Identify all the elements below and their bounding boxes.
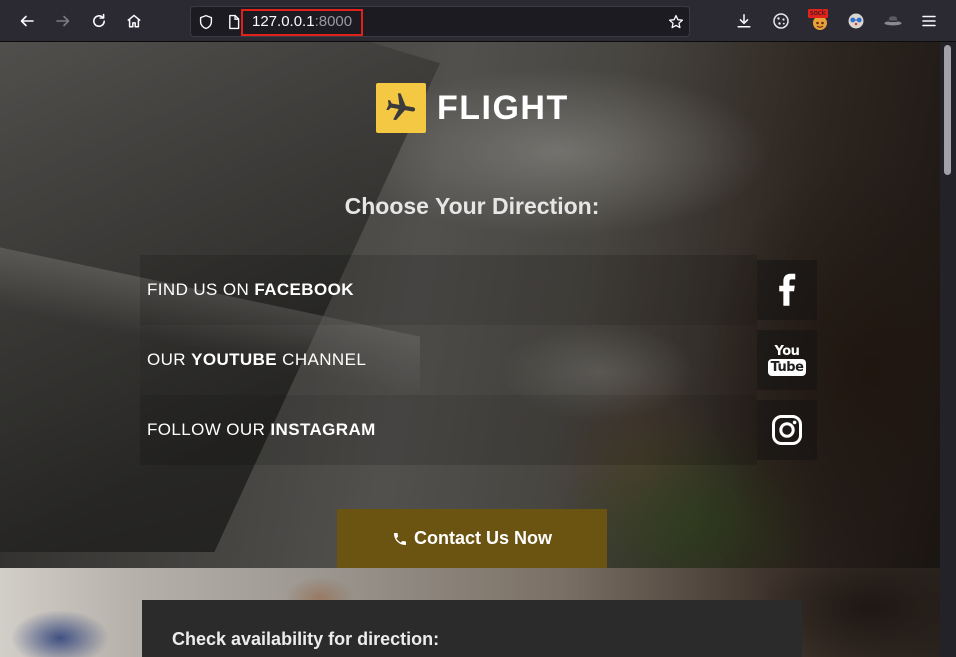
contact-us-button[interactable]: Contact Us Now xyxy=(337,509,607,568)
label-suffix: CHANNEL xyxy=(277,350,367,369)
url-host: 127.0.0.1 xyxy=(252,13,315,30)
extension-badge: sock xyxy=(808,9,828,18)
availability-title: Check availability for direction: xyxy=(172,629,440,649)
url-text[interactable]: 127.0.0.1:8000 xyxy=(252,7,352,36)
direction-label-youtube[interactable]: OUR YOUTUBE CHANNEL xyxy=(147,325,366,395)
downloads-button[interactable] xyxy=(729,6,759,36)
logo-icon-box[interactable] xyxy=(376,83,426,133)
scrollbar-thumb[interactable] xyxy=(944,45,951,175)
reload-button[interactable] xyxy=(84,6,114,36)
web-page: FLIGHT Choose Your Direction: FIND US ON… xyxy=(0,42,940,657)
direction-row-youtube[interactable]: OUR YOUTUBE CHANNEL You Tube xyxy=(140,325,817,395)
url-port: :8000 xyxy=(314,13,353,30)
logo-text[interactable]: FLIGHT xyxy=(437,86,569,130)
contact-button-label: Contact Us Now xyxy=(413,528,552,548)
availability-panel: Check availability for direction: xyxy=(142,600,802,657)
shield-icon[interactable] xyxy=(198,14,214,30)
youtube-logo-tube: Tube xyxy=(767,358,807,376)
browser-toolbar: 127.0.0.1:8000 sock xyxy=(0,0,956,42)
phone-icon xyxy=(393,532,406,545)
instagram-link[interactable] xyxy=(757,400,817,460)
youtube-link[interactable]: You Tube xyxy=(757,330,817,390)
star-icon[interactable] xyxy=(668,14,684,30)
direction-label-instagram[interactable]: FOLLOW OUR INSTAGRAM xyxy=(147,395,376,465)
mask-extension-icon xyxy=(848,13,864,29)
hat-extension-icon xyxy=(884,16,902,26)
label-highlight: FACEBOOK xyxy=(254,280,354,299)
page-scrollbar[interactable] xyxy=(940,42,956,657)
youtube-logo-you: You xyxy=(774,343,800,359)
home-button[interactable] xyxy=(119,6,149,36)
forward-button[interactable] xyxy=(48,6,78,36)
url-bar[interactable]: 127.0.0.1:8000 xyxy=(190,6,690,37)
cookie-extension-icon xyxy=(773,13,789,29)
mask-extension-button[interactable] xyxy=(841,6,871,36)
arrow-right-icon xyxy=(56,15,70,27)
hat-extension-button[interactable] xyxy=(878,6,908,36)
instagram-icon xyxy=(772,415,802,445)
youtube-icon: You Tube xyxy=(767,343,807,376)
page-heading: Choose Your Direction: xyxy=(344,193,600,219)
menu-button[interactable] xyxy=(914,6,944,36)
menu-icon xyxy=(922,15,936,27)
label-prefix: FOLLOW OUR xyxy=(147,420,271,439)
facebook-icon xyxy=(779,273,796,306)
cookie-extension-button[interactable] xyxy=(766,6,796,36)
direction-row-instagram[interactable]: FOLLOW OUR INSTAGRAM xyxy=(140,395,817,465)
reload-icon xyxy=(93,13,105,28)
label-highlight: INSTAGRAM xyxy=(270,420,376,439)
direction-row-facebook[interactable]: FIND US ON FACEBOOK xyxy=(140,255,817,325)
label-prefix: FIND US ON xyxy=(147,280,255,299)
label-highlight: YOUTUBE xyxy=(191,350,278,369)
arrow-left-icon xyxy=(20,15,34,27)
airplane-icon xyxy=(386,93,416,121)
direction-label-facebook[interactable]: FIND US ON FACEBOOK xyxy=(147,255,354,325)
home-icon xyxy=(127,14,141,28)
label-prefix: OUR xyxy=(147,350,192,369)
back-button[interactable] xyxy=(12,6,42,36)
download-icon xyxy=(737,14,751,28)
sock-extension-button[interactable]: sock xyxy=(805,6,835,36)
page-icon[interactable] xyxy=(226,14,242,30)
facebook-link[interactable] xyxy=(757,260,817,320)
